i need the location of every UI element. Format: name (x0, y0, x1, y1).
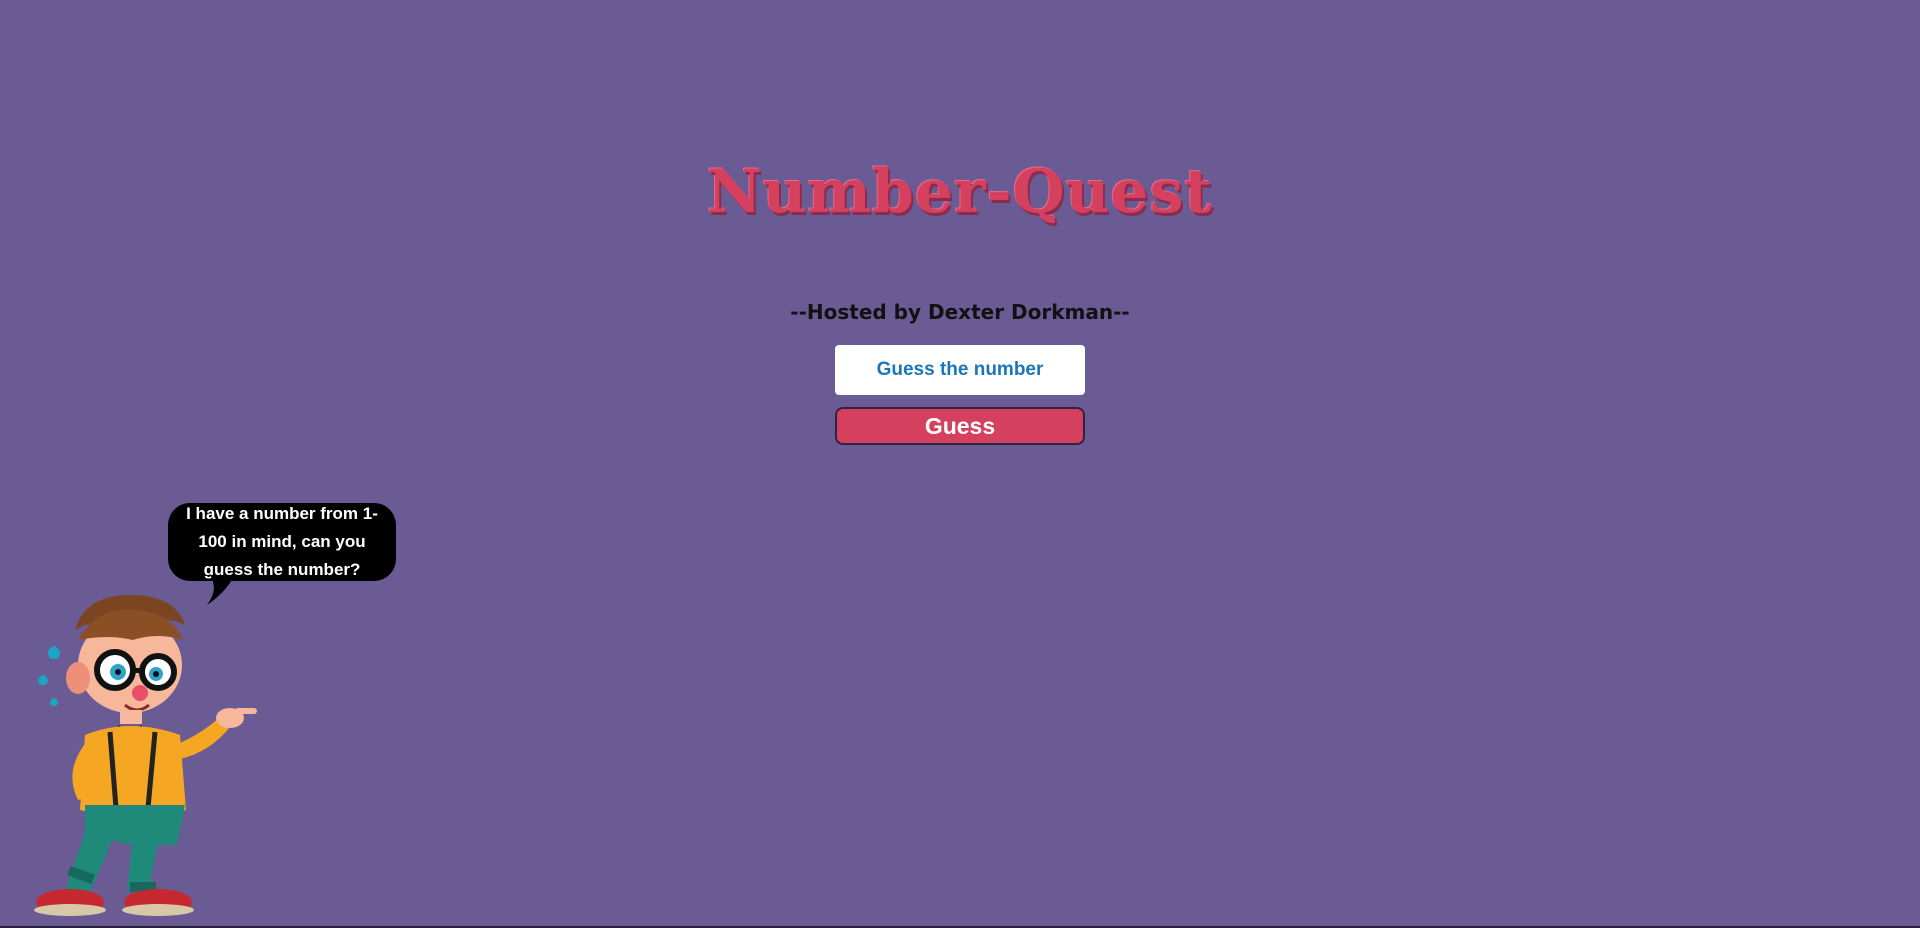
speech-bubble-text: I have a number from 1-100 in mind, can … (186, 504, 378, 579)
guess-input[interactable] (835, 345, 1085, 395)
page: Number-Quest --Hosted by Dexter Dorkman-… (0, 0, 1920, 928)
host-subtitle: --Hosted by Dexter Dorkman-- (790, 300, 1130, 324)
speech-bubble: I have a number from 1-100 in mind, can … (168, 503, 396, 581)
guess-button[interactable]: Guess (835, 407, 1085, 445)
page-title: Number-Quest (706, 157, 1214, 227)
mascot-character-illustration (34, 595, 257, 916)
